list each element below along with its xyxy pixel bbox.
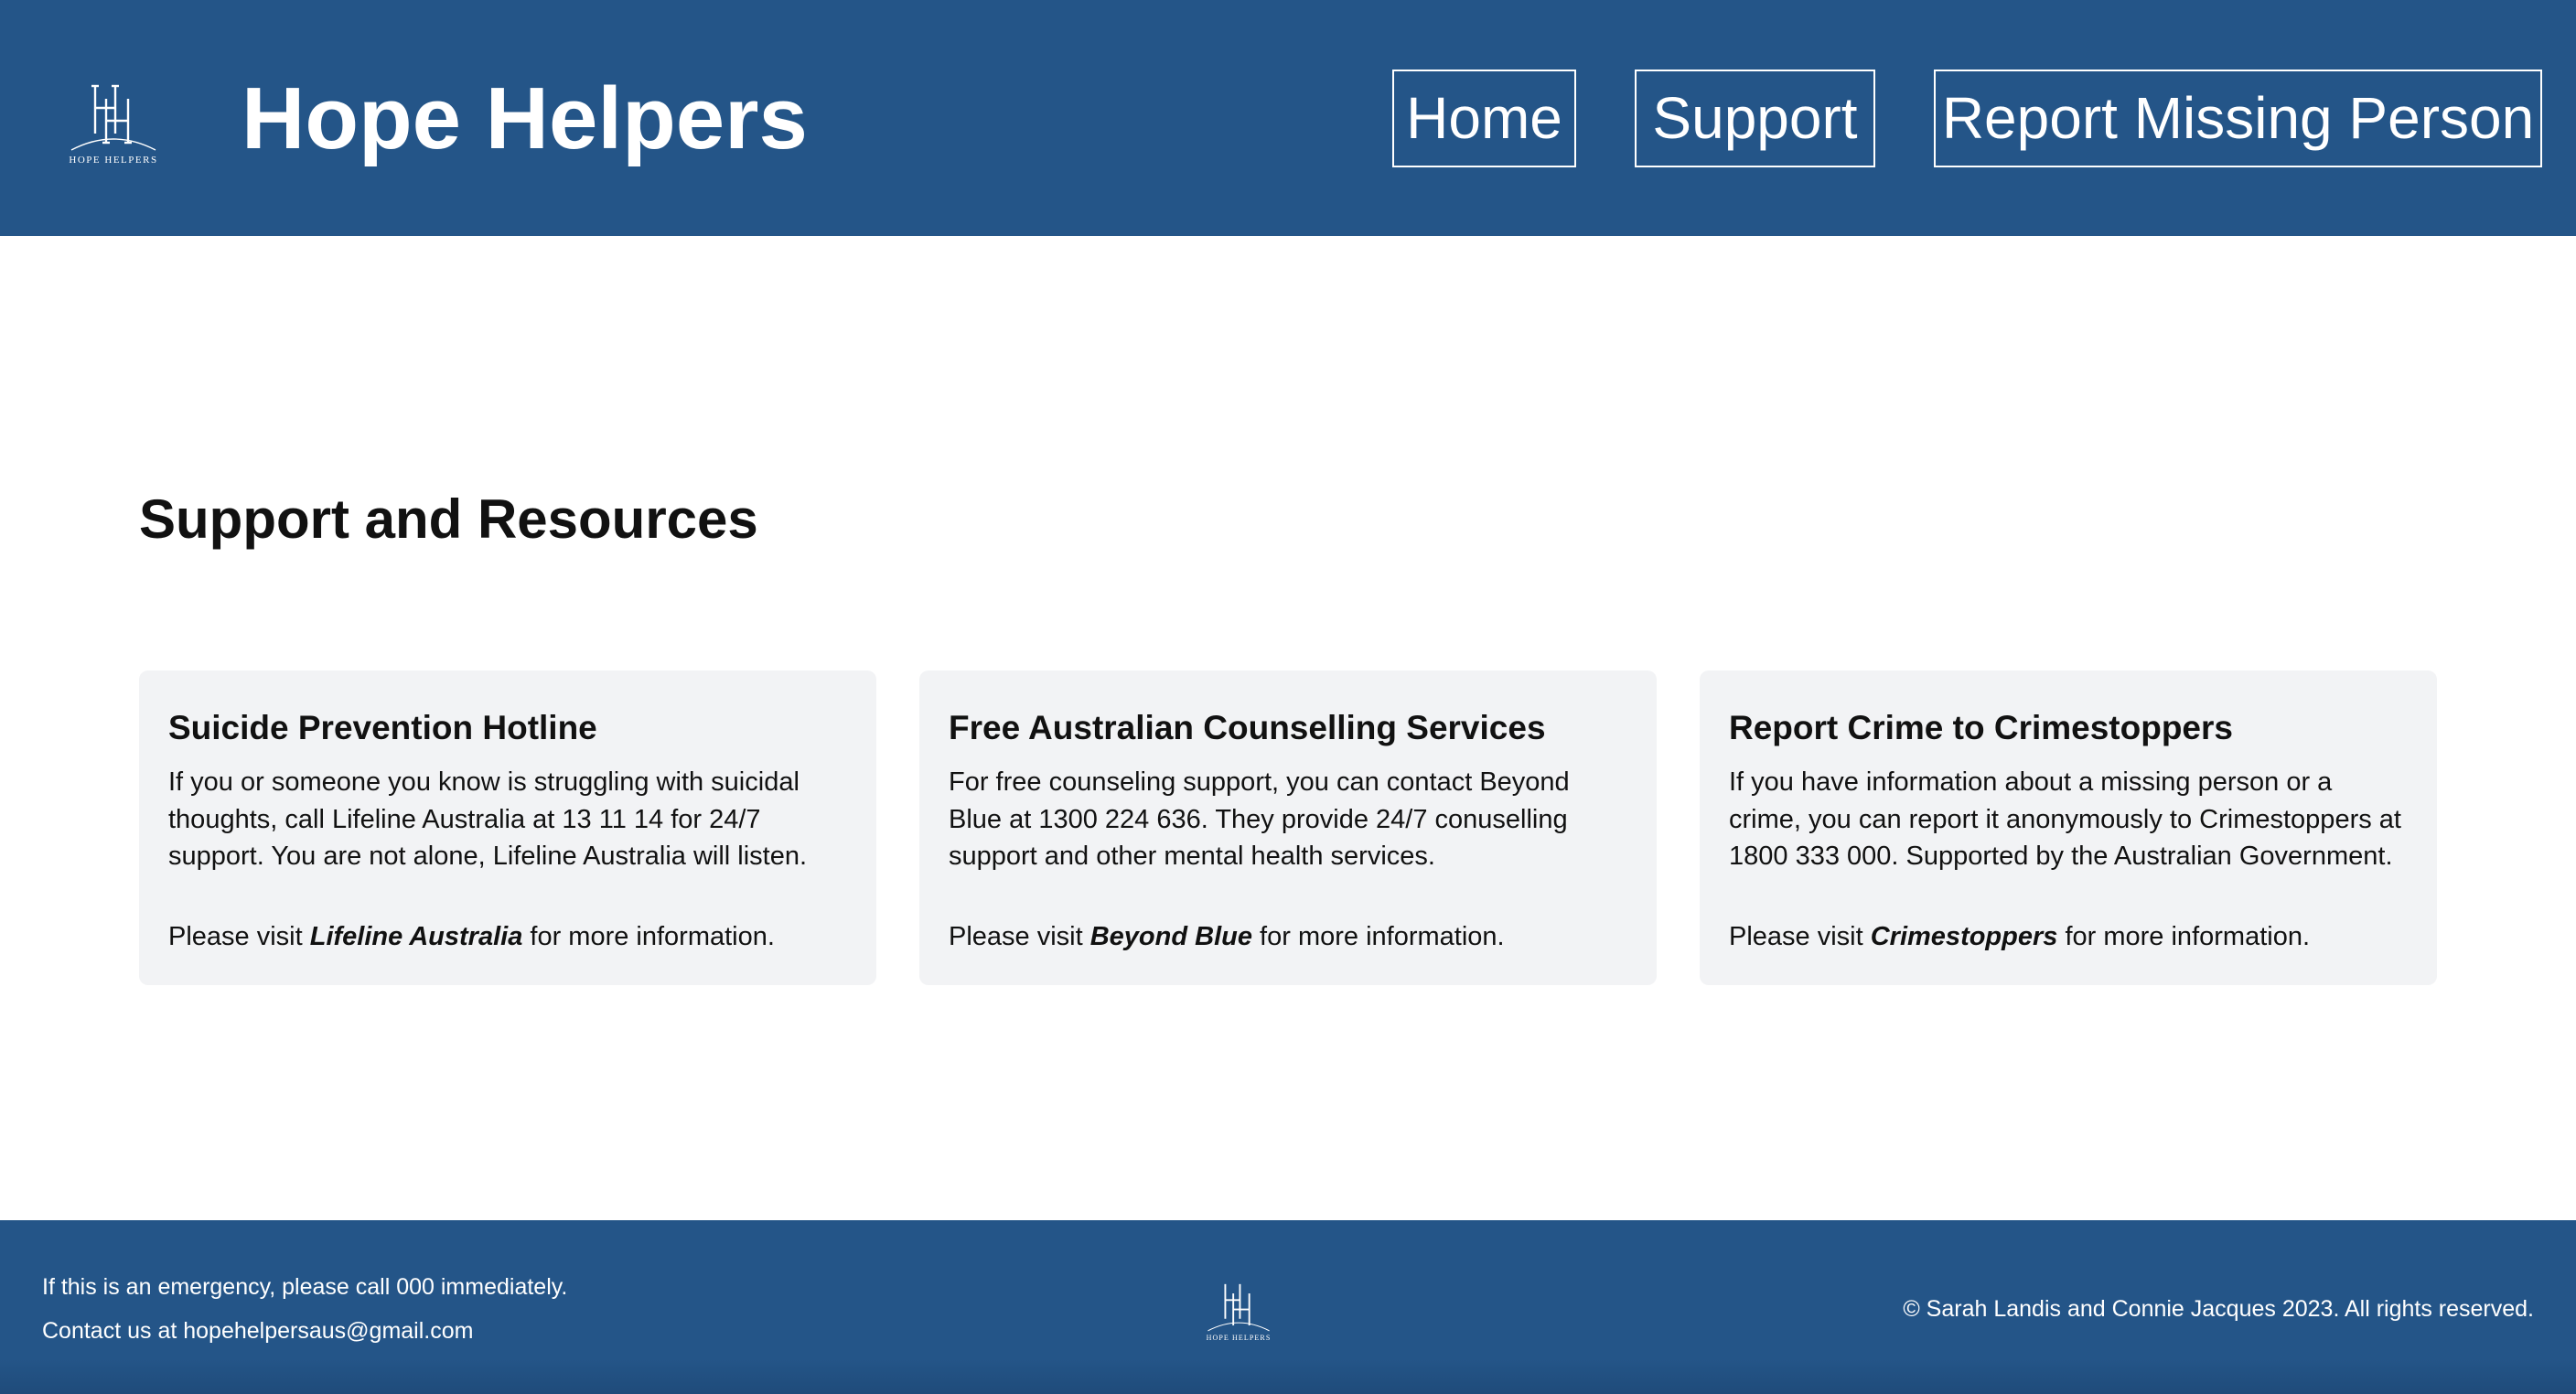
card-title: Free Australian Counselling Services [949,709,1546,746]
card-visit-text: Please visit Beyond Blue for more inform… [949,918,1627,955]
crimestoppers-link[interactable]: Crimestoppers [1871,922,2058,951]
lifeline-australia-link[interactable]: Lifeline Australia [310,922,523,951]
visit-suffix: for more information. [522,921,775,951]
card-description: If you have information about a missing … [1729,767,2401,871]
resource-card-lifeline: Suicide Prevention Hotline If you or som… [139,670,876,985]
logo-wordmark: HOPE HELPERS [69,155,157,166]
emergency-notice: If this is an emergency, please call 000… [42,1274,568,1300]
page-title: Support and Resources [139,488,758,550]
visit-suffix: for more information. [1251,921,1505,951]
card-title: Suicide Prevention Hotline [168,709,597,746]
visit-suffix: for more information. [2057,921,2311,951]
resource-card-beyond-blue: Free Australian Counselling Services For… [919,670,1657,985]
resource-card-crimestoppers: Report Crime to Crimestoppers If you hav… [1700,670,2437,985]
contact-email[interactable]: Contact us at hopehelpersaus@gmail.com [42,1315,473,1346]
footer-logo-icon: HOPE HELPERS [1198,1279,1279,1343]
beyond-blue-link[interactable]: Beyond Blue [1090,922,1252,951]
nav-support-link[interactable]: Support [1635,70,1875,167]
visit-prefix: Please visit [949,921,1090,951]
copyright-notice: © Sarah Landis and Connie Jacques 2023. … [1903,1296,2534,1322]
card-title: Report Crime to Crimestoppers [1729,709,2233,746]
site-footer: If this is an emergency, please call 000… [0,1220,2576,1394]
visit-prefix: Please visit [1729,921,1871,951]
site-title: Hope Helpers [242,70,808,167]
site-header: HOPE HELPERS Hope Helpers Home Support R… [0,0,2576,236]
card-description: If you or someone you know is struggling… [168,767,808,871]
hope-helpers-logo-icon[interactable]: HOPE HELPERS [59,79,168,166]
card-visit-text: Please visit Crimestoppers for more info… [1729,918,2408,955]
card-description: For free counseling support, you can con… [949,767,1570,871]
nav-home-link[interactable]: Home [1392,70,1576,167]
footer-logo-wordmark: HOPE HELPERS [1207,1334,1272,1342]
nav-report-missing-person-link[interactable]: Report Missing Person [1934,70,2542,167]
card-visit-text: Please visit Lifeline Australia for more… [168,918,847,955]
visit-prefix: Please visit [168,921,310,951]
